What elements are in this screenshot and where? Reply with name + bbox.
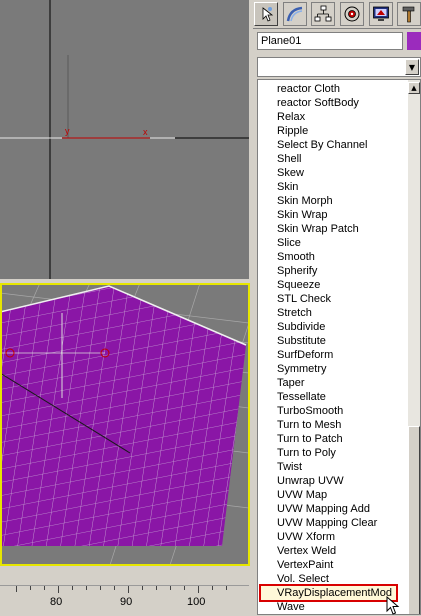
top-viewport[interactable]: y x [0,0,249,279]
command-panel-tabs [253,0,421,29]
modifier-list-item[interactable]: TurboSmooth [277,404,343,418]
y-axis-label: y [65,126,70,136]
modifier-list-item[interactable]: Ripple [277,124,308,138]
modifier-list-item[interactable]: Turn to Poly [277,446,336,460]
modifier-list-item[interactable]: SurfDeform [277,348,333,362]
modifier-list-item[interactable]: Spherify [277,264,317,278]
modifier-list-item[interactable]: UVW Mapping Add [277,502,370,516]
hammer-icon [402,6,415,23]
display-monitor-icon [373,6,389,21]
mouse-cursor-icon [386,596,400,615]
modifier-list-item[interactable]: UVW Mapping Clear [277,516,377,530]
object-name-field[interactable]: Plane01 [257,32,403,50]
timeline-ruler[interactable]: 80 90 100 [0,585,249,616]
modifier-list-item[interactable]: reactor Cloth [277,82,340,96]
modifier-list-item[interactable]: Skew [277,166,304,180]
modifier-list-item[interactable]: Turn to Patch [277,432,343,446]
hierarchy-icon [314,5,332,22]
modifier-list-item[interactable]: Skin Morph [277,194,333,208]
modifier-list-item[interactable]: Substitute [277,334,326,348]
perspective-viewport[interactable] [0,283,249,565]
timeline-label-80: 80 [50,596,63,608]
display-tab[interactable] [369,2,393,26]
create-tab[interactable] [254,2,278,26]
modifier-list-item[interactable]: Select By Channel [277,138,368,152]
modifier-list-item[interactable]: Relax [277,110,305,124]
modifier-list-item[interactable]: Taper [277,376,305,390]
cursor-pointer-icon [262,7,274,22]
motion-tab[interactable] [340,2,364,26]
modifier-list-item[interactable]: Tessellate [277,390,326,404]
scroll-up-arrow-icon[interactable]: ▲ [408,82,420,94]
modifier-list-item[interactable]: VertexPaint [277,558,333,572]
modifier-list-dropdown[interactable]: ▼ [257,57,421,77]
modifier-list-item[interactable]: Turn to Mesh [277,418,341,432]
modify-arc-icon [286,6,303,22]
modifier-list-item[interactable]: Squeeze [277,278,320,292]
modifier-list-item[interactable]: Unwrap UVW [277,474,344,488]
modifier-list-item[interactable]: Twist [277,460,302,474]
object-color-swatch[interactable] [407,32,421,50]
modifier-list-item[interactable]: Vertex Weld [277,544,336,558]
modifier-list-item-selected[interactable]: VRayDisplacementMod [259,584,398,602]
x-axis-label: x [143,127,148,137]
command-panel: Plane01 ▼ reactor Cloth reactor SoftBody R… [253,0,421,615]
modifier-list-item[interactable]: Shell [277,152,301,166]
modifier-list-item[interactable]: STL Check [277,292,331,306]
utilities-tab[interactable] [397,2,421,26]
hierarchy-tab[interactable] [311,2,335,26]
modifier-list-item[interactable]: Skin Wrap Patch [277,222,359,236]
modifier-list-item[interactable]: Symmetry [277,362,327,376]
motion-icon [344,6,360,22]
modifier-list-item[interactable]: Vol. Select [277,572,329,586]
modifier-list-item[interactable]: Slice [277,236,301,250]
timeline-label-100: 100 [187,596,206,608]
chevron-down-icon[interactable]: ▼ [405,59,419,75]
modifier-list-item[interactable]: Skin Wrap [277,208,328,222]
modifier-list-item[interactable]: Subdivide [277,320,325,334]
modifier-list-item[interactable]: UVW Xform [277,530,335,544]
modifier-list-item[interactable]: Stretch [277,306,312,320]
scrollbar-thumb[interactable] [408,426,420,614]
modifier-list-scrollbar[interactable]: ▲ [408,80,420,614]
modifier-list-item[interactable]: Smooth [277,250,315,264]
modifier-list-item[interactable]: reactor SoftBody [277,96,359,110]
modifier-list-item[interactable]: Skin [277,180,298,194]
modifier-list-item[interactable]: Wave [277,600,305,614]
modify-tab[interactable] [283,2,307,26]
modifier-list-item[interactable]: UVW Map [277,488,327,502]
perspective-plane [0,283,249,565]
top-viewport-grid: y x [0,0,249,279]
timeline-label-90: 90 [120,596,133,608]
modifier-list[interactable]: reactor Cloth reactor SoftBody Relax Ripple… [257,79,421,615]
